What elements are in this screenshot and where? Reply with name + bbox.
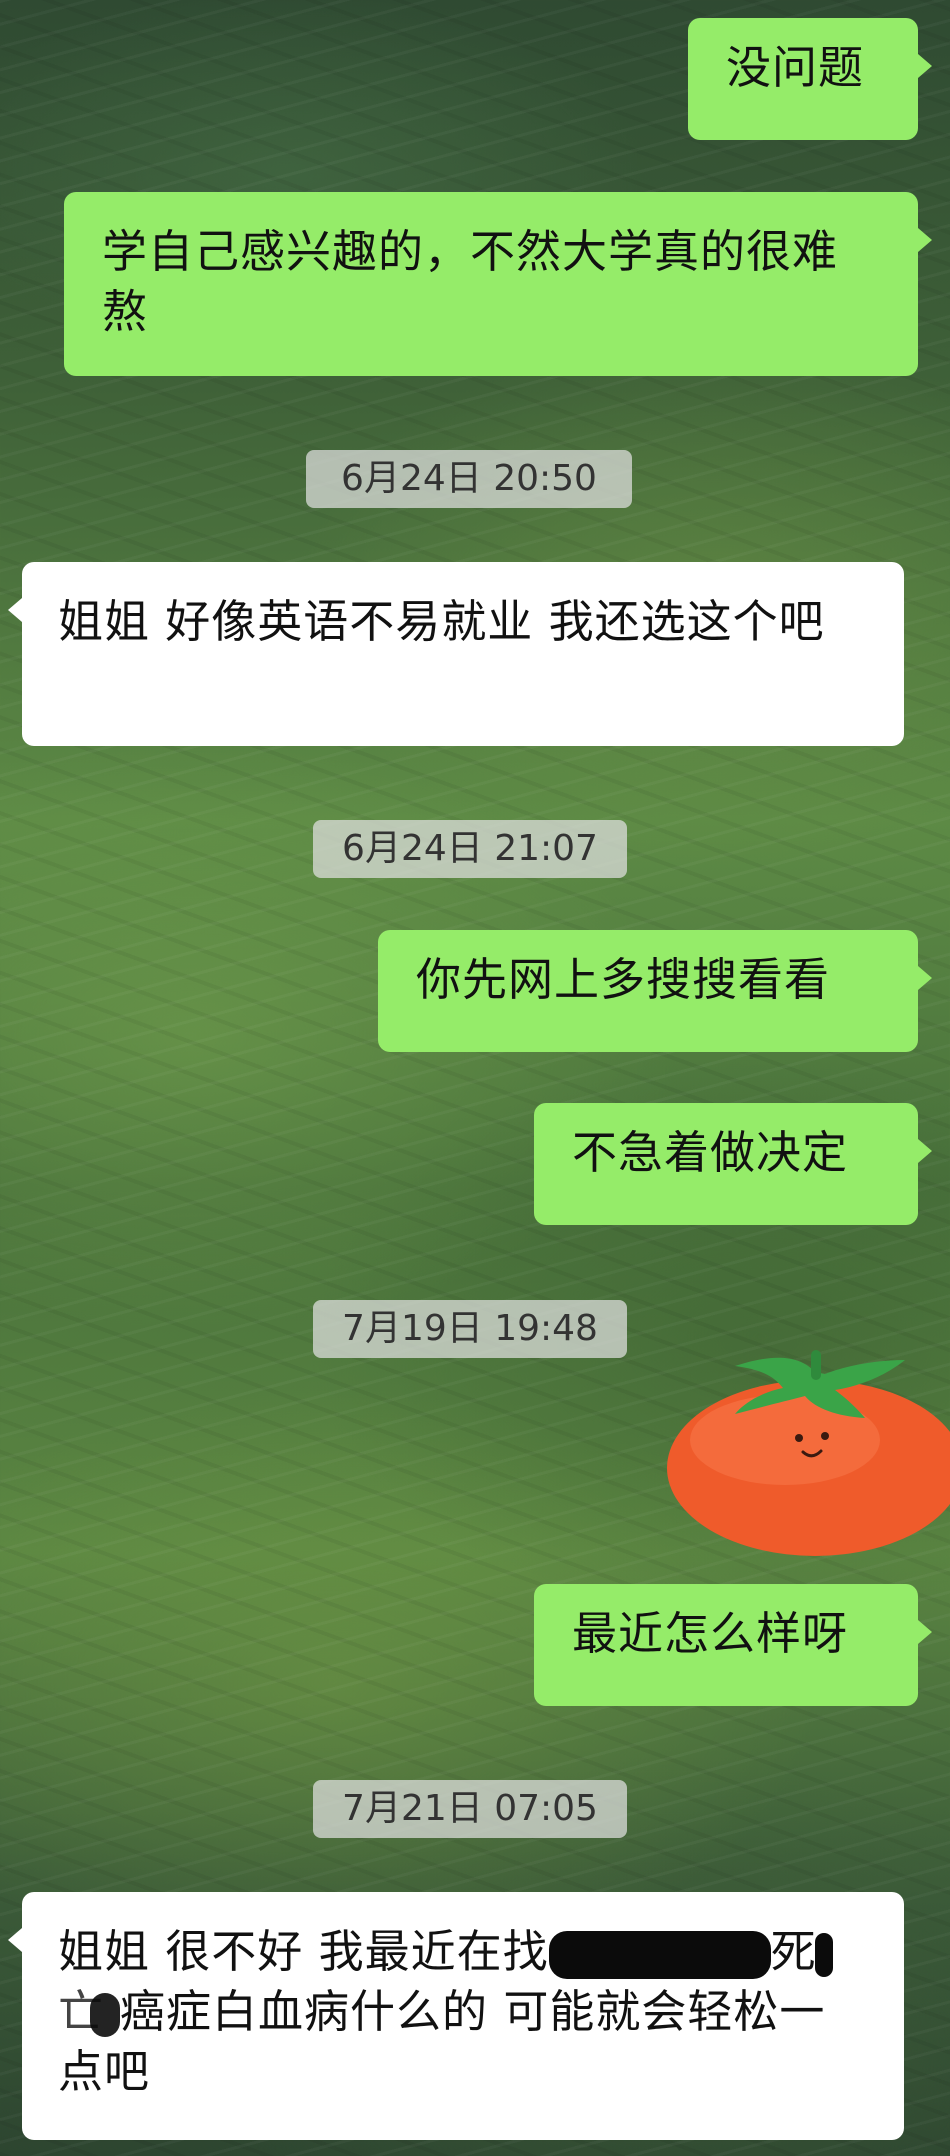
message-outgoing[interactable]: 最近怎么样呀 xyxy=(534,1584,932,1706)
message-text: 姐姐 好像英语不易就业 我还选这个吧 xyxy=(58,595,825,648)
tomato-eye-left xyxy=(795,1434,803,1442)
tomato-sticker[interactable] xyxy=(665,1330,950,1560)
timestamp: 7月19日 19:48 xyxy=(313,1300,627,1358)
redaction-block xyxy=(90,1993,121,2037)
timestamp: 6月24日 20:50 xyxy=(306,450,632,508)
message-text: 不急着做决定 xyxy=(572,1126,849,1179)
message-incoming[interactable]: 姐姐 很不好 我最近在找 死亡 癌症白血病什么的 可能就会轻松一点吧 xyxy=(8,1892,904,2140)
timestamp: 6月24日 21:07 xyxy=(313,820,627,878)
message-outgoing[interactable]: 学自己感兴趣的，不然大学真的很难熬 xyxy=(64,192,932,376)
timestamp-text: 6月24日 21:07 xyxy=(342,828,598,869)
message-text: 学自己感兴趣的，不然大学真的很难熬 xyxy=(102,225,839,338)
tomato-eye-right xyxy=(821,1432,829,1440)
message-text-part: 癌症白血病什么的 可能就会轻松一点吧 xyxy=(58,1985,826,2098)
timestamp-text: 6月24日 20:50 xyxy=(341,458,597,499)
message-outgoing[interactable]: 你先网上多搜搜看看 xyxy=(378,930,932,1052)
redaction-block xyxy=(814,1933,833,1977)
redaction-block xyxy=(548,1931,771,1979)
message-outgoing[interactable]: 没问题 xyxy=(688,18,932,140)
timestamp: 7月21日 07:05 xyxy=(313,1780,627,1838)
tomato-stem xyxy=(811,1350,821,1380)
timestamp-text: 7月19日 19:48 xyxy=(342,1308,598,1349)
message-text: 没问题 xyxy=(726,41,865,94)
message-text-part: 姐姐 很不好 我最近在找 xyxy=(58,1925,549,1978)
message-outgoing[interactable]: 不急着做决定 xyxy=(534,1103,932,1225)
timestamp-text: 7月21日 07:05 xyxy=(342,1788,598,1829)
message-text: 你先网上多搜搜看看 xyxy=(416,953,831,1006)
message-incoming[interactable]: 姐姐 好像英语不易就业 我还选这个吧 xyxy=(8,562,904,746)
message-text-part: 死 xyxy=(770,1925,817,1978)
message-text: 最近怎么样呀 xyxy=(572,1607,849,1660)
